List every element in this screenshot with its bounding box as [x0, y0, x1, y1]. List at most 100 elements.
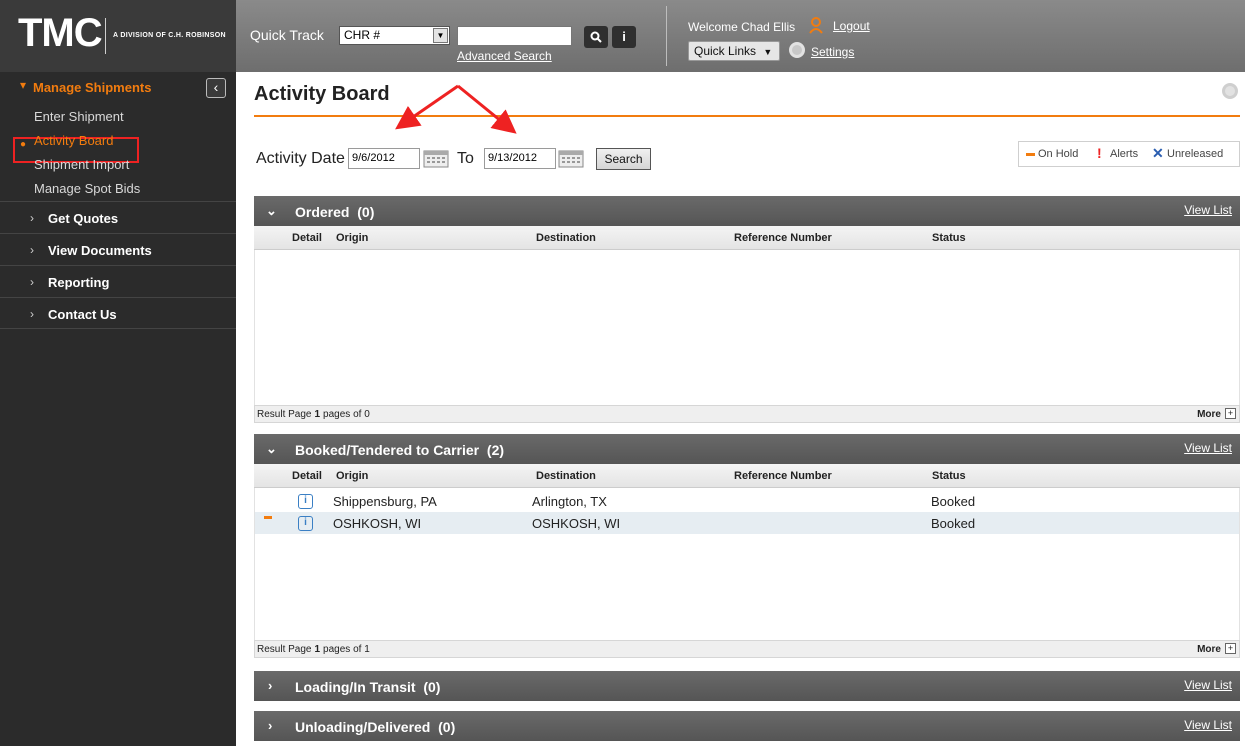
calendar-icon[interactable] [423, 148, 449, 168]
panel-count: (0) [438, 719, 456, 735]
sidebar-section-manage-shipments[interactable]: ▾ Manage Shipments ‹ [0, 72, 236, 101]
column-destination: Destination [536, 232, 596, 244]
chevron-right-icon: › [30, 243, 34, 257]
panel-footer: Result Page 1 pages of 0 More + [254, 405, 1240, 423]
panel-title: Unloading/Delivered (0) [295, 719, 455, 735]
chevron-right-icon[interactable]: › [268, 718, 272, 733]
active-bullet-icon: ● [20, 139, 27, 150]
column-reference: Reference Number [734, 470, 832, 482]
sidebar-item-shipment-import[interactable]: Shipment Import [34, 157, 129, 172]
table-row[interactable]: i Shippensburg, PA Arlington, TX Booked [255, 490, 1239, 512]
info-button[interactable]: i [612, 26, 636, 48]
search-icon [590, 31, 602, 43]
column-reference: Reference Number [734, 232, 832, 244]
logout-link[interactable]: Logout [833, 19, 870, 33]
gear-icon[interactable] [1222, 83, 1238, 99]
plus-icon[interactable]: + [1225, 408, 1236, 419]
sidebar-section-get-quotes[interactable]: › Get Quotes [0, 201, 236, 233]
sidebar-section-label: Get Quotes [48, 211, 119, 226]
collapse-sidebar-button[interactable]: ‹ [206, 78, 226, 98]
legend-alerts: Alerts [1110, 148, 1139, 160]
welcome-text: Welcome Chad Ellis [688, 20, 796, 34]
column-detail: Detail [292, 232, 322, 244]
activity-date-label: Activity Date [256, 150, 345, 167]
advanced-search-link[interactable]: Advanced Search [457, 49, 552, 63]
sidebar-section-label: Contact Us [48, 307, 117, 322]
view-list-link[interactable]: View List [1184, 441, 1232, 455]
more-link[interactable]: More [1197, 409, 1221, 420]
column-header-row: Detail Origin Destination Reference Numb… [254, 464, 1240, 488]
sidebar-section-label: Manage Shipments [33, 80, 152, 95]
plus-icon[interactable]: + [1225, 643, 1236, 654]
panel-body [254, 250, 1240, 405]
column-origin: Origin [336, 470, 369, 482]
sidebar-item-manage-spot-bids[interactable]: Manage Spot Bids [34, 181, 140, 196]
to-label: To [457, 150, 474, 167]
view-list-link[interactable]: View List [1184, 718, 1232, 732]
quick-links-dropdown[interactable]: Quick Links ▼ [688, 41, 780, 61]
sidebar-item-enter-shipment[interactable]: Enter Shipment [34, 109, 124, 124]
view-list-link[interactable]: View List [1184, 678, 1232, 692]
chevron-right-icon: › [30, 275, 34, 289]
logo: TMC [18, 11, 103, 55]
gear-icon[interactable] [789, 42, 805, 58]
column-status: Status [932, 232, 966, 244]
info-icon[interactable]: i [298, 516, 313, 531]
top-divider [666, 6, 667, 66]
chevron-down-icon[interactable]: ⌄ [266, 441, 277, 457]
sidebar-section-view-documents[interactable]: › View Documents [0, 233, 236, 265]
chevron-right-icon[interactable]: › [268, 678, 272, 693]
sidebar-item-activity-board[interactable]: Activity Board [34, 133, 113, 148]
sidebar-section-contact-us[interactable]: › Contact Us [0, 297, 236, 329]
column-status: Status [932, 470, 966, 482]
quick-track-select-value: CHR # [344, 28, 381, 42]
top-bar: TMC A DIVISION OF C.H. ROBINSON Quick Tr… [0, 0, 1245, 72]
user-icon [809, 17, 823, 34]
panel-title: Ordered (0) [295, 204, 374, 220]
cell-origin: OSHKOSH, WI [333, 516, 422, 531]
info-icon: i [622, 29, 626, 44]
dropdown-arrow-icon[interactable]: ▼ [433, 28, 448, 43]
table-row[interactable]: i OSHKOSH, WI OSHKOSH, WI Booked [255, 512, 1239, 534]
chevron-left-icon: ‹ [213, 79, 219, 95]
legend-unreleased: Unreleased [1167, 148, 1224, 160]
chevron-down-icon: ▼ [763, 47, 773, 57]
unreleased-icon: ✕ [1152, 145, 1164, 161]
panel-count: (0) [423, 679, 441, 695]
search-button[interactable] [584, 26, 608, 48]
panel-title-text: Unloading/Delivered [295, 719, 431, 735]
panel-header[interactable]: ⌄ Booked/Tendered to Carrier (2) View Li… [254, 434, 1240, 464]
to-date-input[interactable]: 9/13/2012 [484, 148, 556, 169]
quick-track-input[interactable] [457, 26, 572, 46]
result-page-number[interactable]: 1 [314, 409, 320, 420]
quick-track-label: Quick Track [250, 27, 324, 43]
cell-destination: OSHKOSH, WI [532, 516, 621, 531]
alert-icon: ! [1097, 145, 1102, 161]
on-hold-icon [264, 516, 272, 519]
quick-track-select[interactable]: CHR # ▼ [339, 26, 450, 45]
logo-area: TMC A DIVISION OF C.H. ROBINSON [0, 0, 236, 72]
panel-header[interactable]: › Loading/In Transit (0) View List [254, 671, 1240, 701]
panel-header[interactable]: › Unloading/Delivered (0) View List [254, 711, 1240, 741]
more-link[interactable]: More [1197, 644, 1221, 655]
pages-of: pages of 1 [323, 644, 370, 655]
panel-loading: › Loading/In Transit (0) View List [254, 671, 1240, 701]
search-dates-button[interactable]: Search [596, 148, 651, 170]
sidebar-section-reporting[interactable]: › Reporting [0, 265, 236, 297]
chevron-right-icon: › [30, 211, 34, 225]
panel-ordered: ⌄ Ordered (0) View List Detail Origin De… [254, 196, 1240, 423]
settings-link[interactable]: Settings [811, 45, 854, 59]
column-destination: Destination [536, 470, 596, 482]
column-header-row: Detail Origin Destination Reference Numb… [254, 226, 1240, 250]
from-date-input[interactable]: 9/6/2012 [348, 148, 420, 169]
view-list-link[interactable]: View List [1184, 203, 1232, 217]
panel-header[interactable]: ⌄ Ordered (0) View List [254, 196, 1240, 226]
info-icon[interactable]: i [298, 494, 313, 509]
column-detail: Detail [292, 470, 322, 482]
calendar-icon[interactable] [558, 148, 584, 168]
cell-status: Booked [931, 516, 976, 531]
chevron-right-icon: › [30, 307, 34, 321]
chevron-down-icon[interactable]: ⌄ [266, 203, 277, 219]
column-origin: Origin [336, 232, 369, 244]
result-page-number[interactable]: 1 [314, 644, 320, 655]
